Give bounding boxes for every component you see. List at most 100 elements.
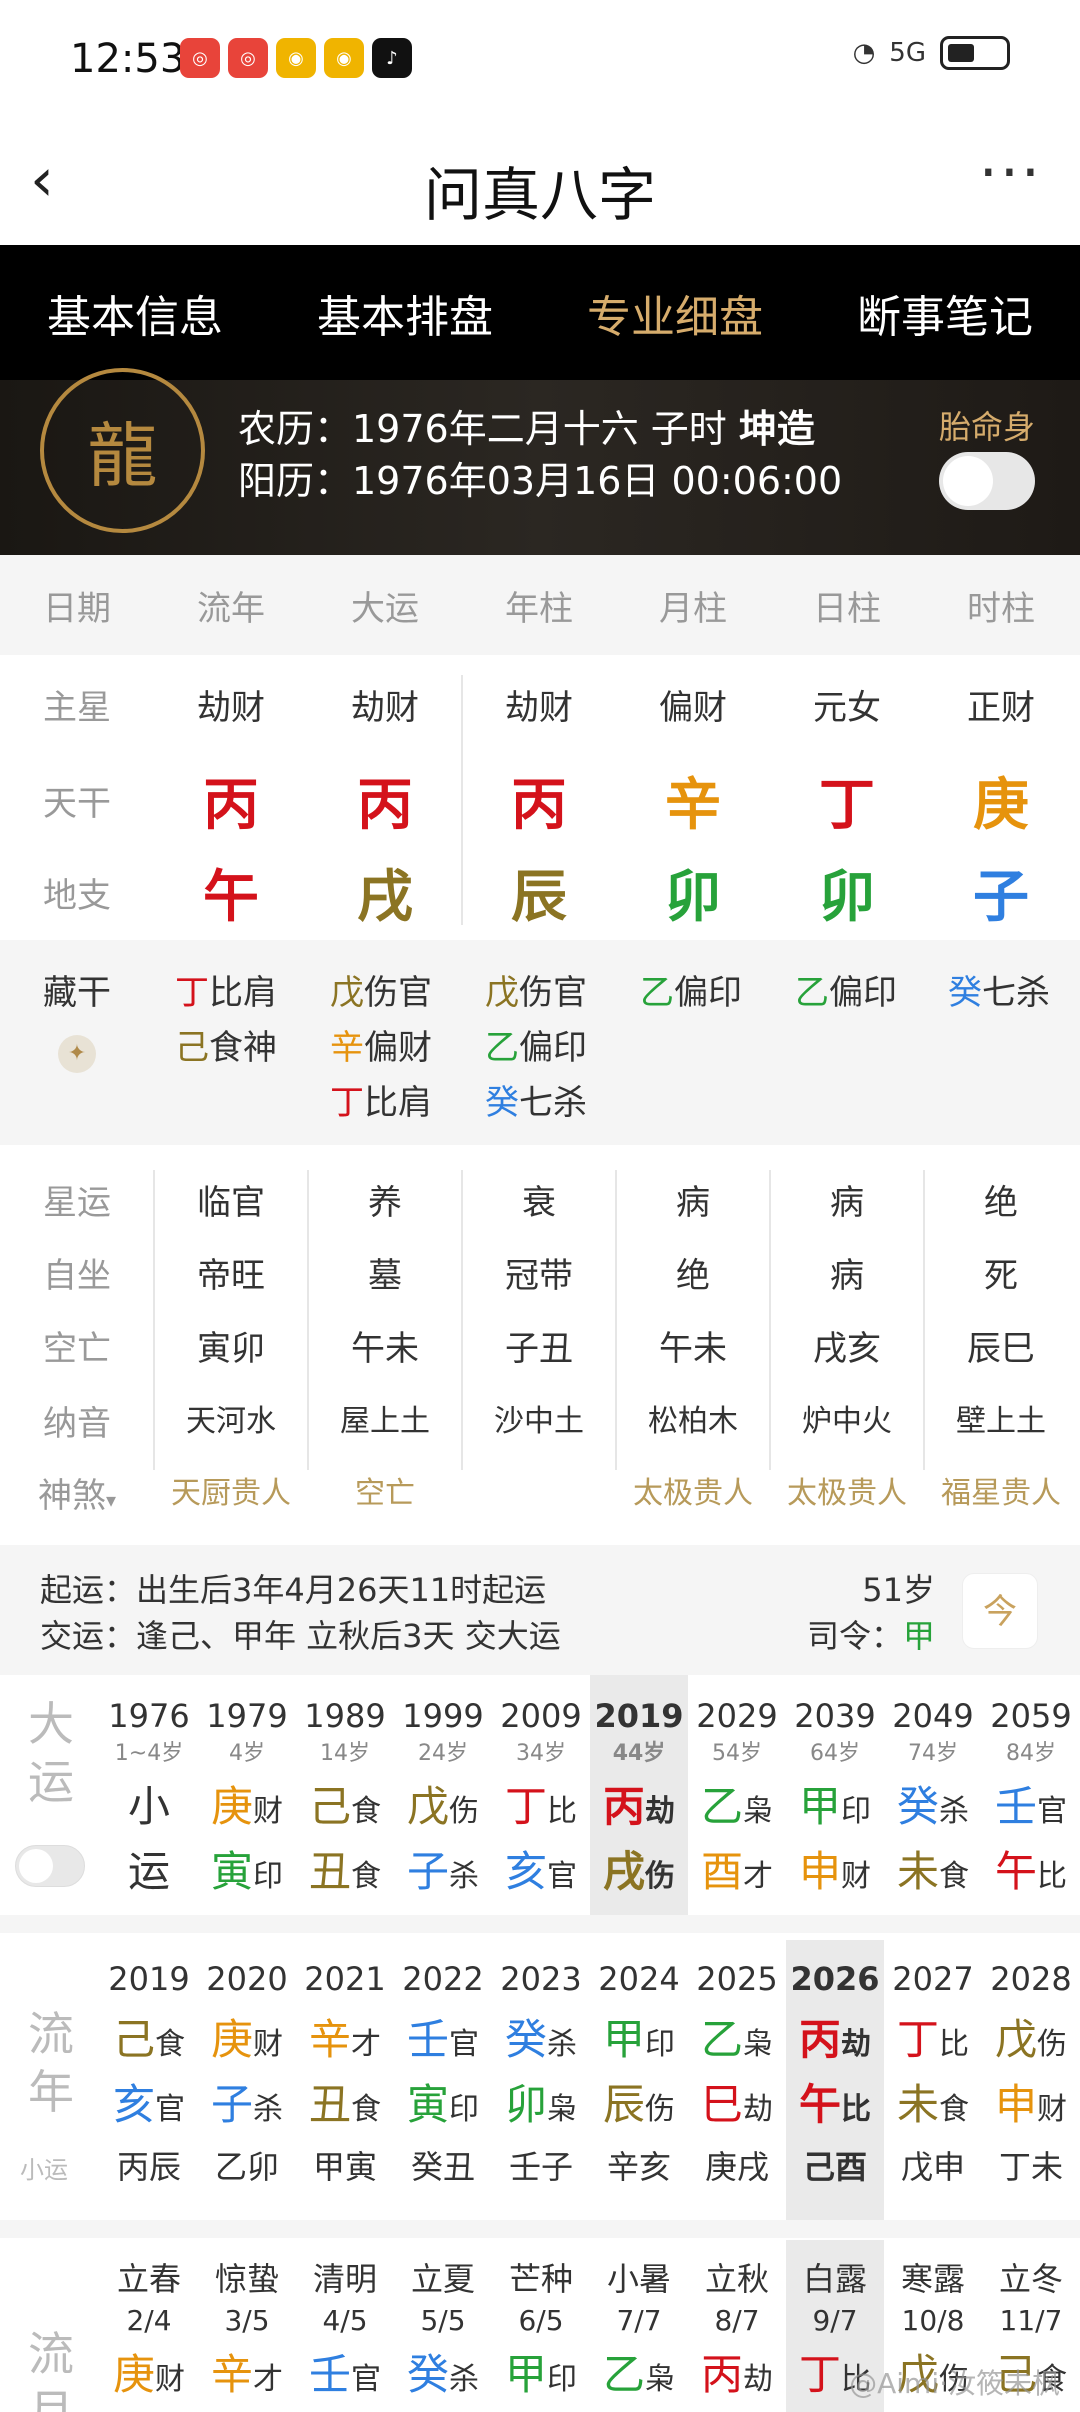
dayun-age: 4岁 [229, 1741, 265, 1766]
liuyue-gan-char: 壬 [308, 2350, 351, 2399]
liunian-column[interactable]: 2023 癸杀 卯枭 壬子 [492, 1940, 590, 2220]
label-char: 流 [28, 2327, 74, 2381]
liunian-column[interactable]: 2024 甲印 辰伤 辛亥 [590, 1940, 688, 2220]
liunian-column[interactable]: 2020 庚财 子杀 乙卯 [198, 1940, 296, 2220]
liunian-column[interactable]: 2021 辛才 丑食 甲寅 [296, 1940, 394, 2220]
tab-basic-chart[interactable]: 基本排盘 [270, 281, 540, 345]
dayun-column[interactable]: 2059 84岁 壬官 午比 [982, 1675, 1080, 1915]
liunian-year: 2023 [500, 1960, 582, 1998]
liunian-zhi-char: 亥 [112, 2080, 155, 2129]
siling: 司令：甲 [807, 1611, 935, 1657]
liunian-gan: 戊伤 [982, 2006, 1080, 2067]
liuyue-column[interactable]: 芒种 6/5 甲印 [492, 2240, 590, 2412]
liuyue-column[interactable]: 立秋 8/7 丙劫 [688, 2240, 786, 2412]
dayun-zhi-shishen: 官 [547, 1859, 577, 1894]
shensha-cell[interactable]: 太极贵人 [616, 1468, 770, 1517]
dayun-column[interactable]: 1999 24岁 戊伤 子杀 [394, 1675, 492, 1915]
liuyue-column[interactable]: 立夏 5/5 癸杀 [394, 2240, 492, 2412]
liunian-column[interactable]: 2019 己食 亥官 丙辰 [100, 1940, 198, 2220]
tiangan-cell: 丙 [203, 773, 259, 838]
shensha-cell[interactable]: 空亡 [308, 1468, 462, 1517]
dayun-zhi: 申财 [786, 1838, 884, 1899]
liuyue-gan-shishen: 财 [155, 2362, 185, 2397]
row-label: 星运 [43, 1183, 111, 1223]
dayun-zhi-char: 丑 [308, 1847, 351, 1896]
liuyue-column[interactable]: 清明 4/5 壬官 [296, 2240, 394, 2412]
jieqi-name: 立夏 [410, 2260, 475, 2298]
title-bar: ‹ 问真八字 ··· [0, 120, 1080, 245]
liunian-zhi: 午比 [786, 2071, 884, 2132]
liunian-zhi-char: 寅 [406, 2080, 449, 2129]
zizuo-cell: 死 [984, 1256, 1018, 1296]
liunian-zhi-char: 丑 [308, 2080, 351, 2129]
dayun-age: 14岁 [320, 1741, 370, 1766]
row-label: 天干 [43, 784, 111, 824]
label-char: 运 [28, 1755, 74, 1809]
shensha-dropdown[interactable]: 神煞▾ [0, 1468, 154, 1517]
liunian-gan: 庚财 [198, 2006, 296, 2067]
xiaoyun-gz: 庚戌 [704, 2148, 769, 2186]
dayun-zhi-char: 亥 [504, 1847, 547, 1896]
shensha-cell[interactable] [462, 1468, 616, 1517]
tab-notes[interactable]: 断事笔记 [810, 281, 1080, 345]
dayun-gan: 己食 [296, 1773, 394, 1834]
liuyue-column[interactable]: 小暑 7/7 乙枭 [590, 2240, 688, 2412]
today-calendar-icon[interactable]: 今 [962, 1573, 1038, 1649]
dayun-zhi-char: 午 [994, 1847, 1037, 1896]
watermark: @Aimi·汝筱未枫 [849, 2367, 1060, 2400]
label-char: 月 [28, 2385, 74, 2412]
liunian-gan: 壬官 [394, 2006, 492, 2067]
shensha-cell[interactable]: 太极贵人 [770, 1468, 924, 1517]
shensha-cell[interactable]: 福星贵人 [924, 1468, 1078, 1517]
liunian-column[interactable]: 2026 丙劫 午比 己酉 [786, 1940, 884, 2220]
app-icon: ◎ [180, 38, 220, 78]
liuyue-column[interactable]: 惊蛰 3/5 辛才 [198, 2240, 296, 2412]
pin-icon[interactable]: ✦ [58, 1035, 96, 1073]
liunian-column[interactable]: 2022 壬官 寅印 癸丑 [394, 1940, 492, 2220]
liunian-column[interactable]: 2025 乙枭 巳劫 庚戌 [688, 1940, 786, 2220]
dayun-column[interactable]: 1976 1~4岁小运 [100, 1675, 198, 1915]
dayun-gan-shishen: 印 [841, 1794, 871, 1829]
liunian-gan: 丁比 [884, 2006, 982, 2067]
dayun-gan-char: 甲 [798, 1782, 841, 1831]
separator [0, 2220, 1080, 2238]
xiaoyun-toggle[interactable] [15, 1845, 85, 1887]
kongwang-cell: 寅卯 [197, 1329, 265, 1369]
dayun-zhi-char: 戌 [602, 1847, 645, 1896]
dayun-label: 大运 [22, 1695, 80, 1811]
liuyue-gan-char: 丙 [700, 2350, 743, 2399]
liuyue-gan: 丙劫 [688, 2341, 786, 2402]
more-icon[interactable]: ··· [979, 138, 1042, 208]
liuyue-gan: 甲印 [492, 2341, 590, 2402]
kongwang-cell: 辰巳 [967, 1329, 1035, 1369]
canggan-item: 癸七杀 [948, 965, 1050, 1014]
canggan-item: 乙偏印 [485, 1020, 587, 1069]
liunian-section: 流年 小运 2019 己食 亥官 丙辰 2020 庚财 子杀 乙卯 2021 辛才 丑食 甲寅 2022… [0, 1940, 1080, 2220]
dayun-column[interactable]: 2009 34岁 丁比 亥官 [492, 1675, 590, 1915]
liunian-column[interactable]: 2028 戊伤 申财 丁未 [982, 1940, 1080, 2220]
liunian-gan: 癸杀 [492, 2006, 590, 2067]
liunian-column[interactable]: 2027 丁比 未食 戊申 [884, 1940, 982, 2220]
dayun-column[interactable]: 1979 4岁 庚财 寅印 [198, 1675, 296, 1915]
dayun-zhi: 戌伤 [590, 1838, 688, 1899]
canggan-item: 乙偏印 [640, 965, 742, 1014]
dayun-column[interactable]: 2039 64岁 甲印 申财 [786, 1675, 884, 1915]
tab-basic-info[interactable]: 基本信息 [0, 281, 270, 345]
column-header: 日期 流年 大运 年柱 月柱 日柱 时柱 [0, 555, 1080, 655]
liunian-zhi-char: 午 [798, 2080, 841, 2129]
liunian-gan-char: 己 [112, 2015, 155, 2064]
dayun-zhi-shishen: 印 [253, 1859, 283, 1894]
tab-pro-detail[interactable]: 专业细盘 [540, 281, 810, 345]
shensha-cell[interactable]: 天厨贵人 [154, 1468, 308, 1517]
xingyun-cell: 病 [830, 1183, 864, 1223]
dayun-gan: 丁比 [492, 1773, 590, 1834]
dayun-column[interactable]: 1989 14岁 己食 丑食 [296, 1675, 394, 1915]
liuyue-column[interactable]: 立春 2/4 庚财 [100, 2240, 198, 2412]
dayun-column[interactable]: 2029 54岁 乙枭 酉才 [688, 1675, 786, 1915]
dayun-column[interactable]: 2019 44岁 丙劫 戌伤 [590, 1675, 688, 1915]
kongwang-row: 空亡 寅卯 午未 子丑 午未 戌亥 辰巳 [0, 1321, 1080, 1370]
dayun-column[interactable]: 2049 74岁 癸杀 未食 [884, 1675, 982, 1915]
taiming-toggle[interactable] [939, 452, 1035, 510]
col-liunian: 流年 [197, 588, 265, 629]
xiaoyun-gz: 己酉 [802, 2148, 867, 2186]
